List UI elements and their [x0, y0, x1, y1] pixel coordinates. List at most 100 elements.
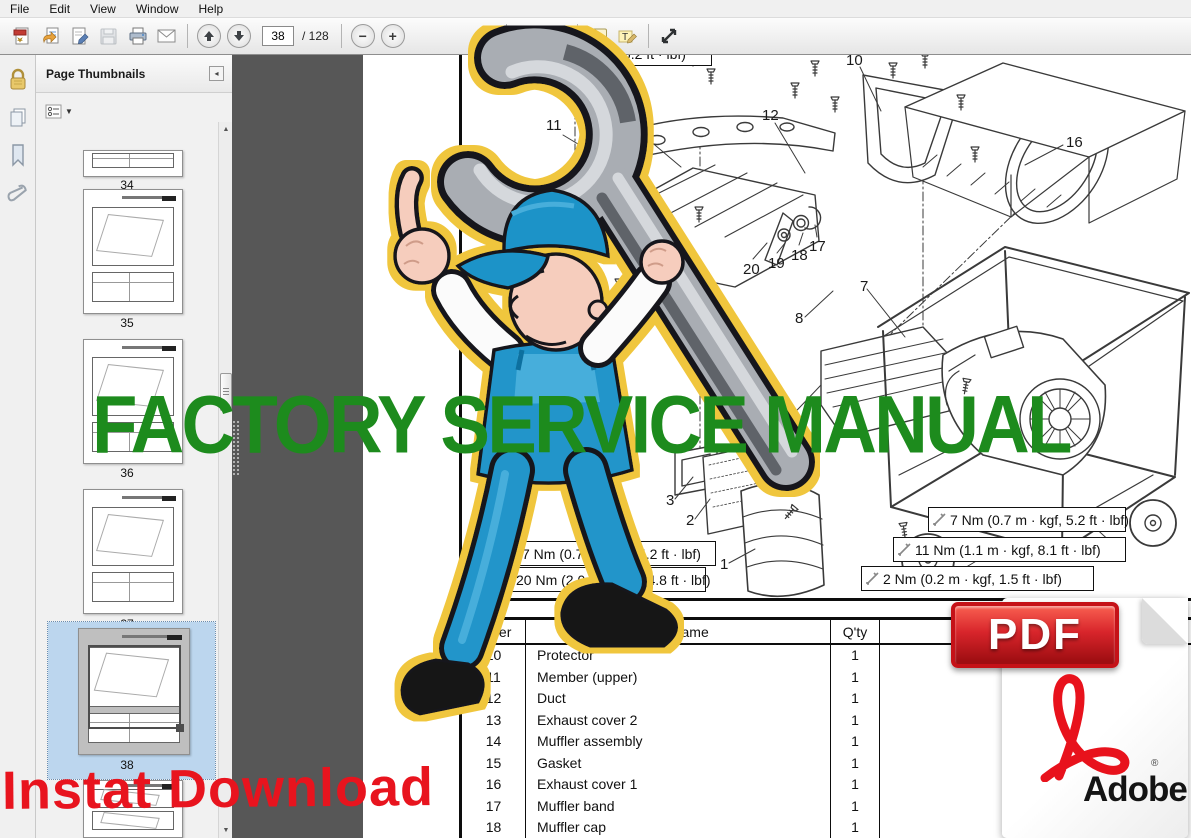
- callout-number: 8: [795, 310, 803, 327]
- email-button[interactable]: [153, 22, 180, 50]
- thumbnail-list: 34 35 36 37 38: [36, 122, 218, 838]
- edit-icon: [70, 26, 90, 46]
- menu-edit[interactable]: Edit: [39, 1, 80, 17]
- plus-icon: +: [389, 28, 397, 44]
- callout-number: 16: [1066, 134, 1083, 151]
- fullscreen-icon: [659, 26, 679, 46]
- toolbar: / 128 − + T: [0, 18, 1191, 55]
- print-icon: [128, 26, 148, 46]
- thumbnail-page-35[interactable]: [83, 189, 183, 314]
- create-pdf-button[interactable]: [8, 22, 35, 50]
- adobe-wordmark: Adobe: [1083, 770, 1187, 810]
- security-lock-button[interactable]: [0, 61, 36, 99]
- thumbnail-page-39[interactable]: [83, 780, 183, 838]
- page-number-input[interactable]: [262, 26, 294, 46]
- registered-mark: ®: [1151, 758, 1158, 769]
- scrollbar-thumb[interactable]: [220, 373, 232, 411]
- wrench-icon: [932, 512, 947, 527]
- callout-number: 20: [743, 261, 760, 278]
- torque-callout-left-2: 20 Nm (2.0 m · kgf, 14.8 ft · lbf): [494, 567, 706, 592]
- fit-width-button[interactable]: [514, 22, 541, 50]
- panel-collapse-button[interactable]: ◂: [209, 66, 224, 81]
- torque-callout-right-3: 2 Nm (0.2 m · kgf, 1.5 ft · lbf): [861, 566, 1094, 591]
- document-canvas-background: [232, 55, 363, 838]
- wrench-icon: [897, 542, 912, 557]
- pdf-badge: PDF: [951, 602, 1119, 668]
- callout-number: 2: [686, 512, 694, 529]
- page-thumbnails-panel: Page Thumbnails ◂ ▼ 34 35 36: [36, 55, 232, 838]
- callout-number: 13: [625, 117, 642, 134]
- torque-callout-right-1: 7 Nm (0.7 m · kgf, 5.2 ft · lbf): [928, 507, 1126, 532]
- panel-title: Page Thumbnails: [36, 67, 209, 81]
- attachments-tab[interactable]: [0, 175, 36, 213]
- svg-text:T: T: [622, 32, 628, 43]
- callout-number: 7: [860, 278, 868, 295]
- acrobat-window: { "menu_bar": { "items": ["File", "Edit"…: [0, 0, 1191, 838]
- callout-number: 18: [791, 247, 808, 264]
- callout-number: 10: [846, 55, 863, 69]
- menu-file[interactable]: File: [0, 1, 39, 17]
- lock-icon: [7, 68, 29, 92]
- bookmark-icon: [8, 143, 28, 169]
- options-icon: [45, 104, 62, 119]
- menu-help[interactable]: Help: [189, 1, 234, 17]
- scroll-up-arrow[interactable]: ▲: [219, 122, 233, 137]
- callout-number: 17: [809, 238, 826, 255]
- torque-callout-top: 7 Nm (0.7 m · kgf, 5.2 ft · lbf): [485, 55, 712, 66]
- menu-bar: File Edit View Window Help: [0, 0, 1191, 18]
- zoom-out-button[interactable]: −: [351, 24, 375, 48]
- paperclip-icon: [7, 181, 29, 207]
- export-file-icon: [41, 26, 61, 46]
- page-fold-corner: [1142, 598, 1188, 644]
- pdf-file-logo: PDF ® Adobe: [945, 590, 1191, 838]
- export-file-button[interactable]: [37, 22, 64, 50]
- thumbnail-options-button[interactable]: ▼: [45, 101, 79, 121]
- thumbnail-page-38[interactable]: [78, 628, 190, 755]
- previous-page-button[interactable]: [197, 24, 221, 48]
- speech-bubble-icon: [588, 27, 609, 46]
- arrow-up-icon: [203, 30, 215, 42]
- page-view-indicator[interactable]: [88, 645, 181, 729]
- wrench-icon: [498, 572, 513, 587]
- thumbnail-page-34[interactable]: [83, 150, 183, 177]
- panel-header: Page Thumbnails ◂: [36, 55, 232, 93]
- highlight-text-button[interactable]: T: [614, 22, 641, 50]
- callout-number: 1: [720, 556, 728, 573]
- save-button[interactable]: [95, 22, 122, 50]
- thumbnail-page-36[interactable]: [83, 339, 183, 464]
- page-count-label: / 128: [302, 29, 329, 43]
- fit-width-icon: [517, 26, 537, 46]
- panel-splitter[interactable]: [232, 420, 240, 476]
- torque-callout-right-2: 11 Nm (1.1 m · kgf, 8.1 ft · lbf): [893, 537, 1126, 562]
- create-pdf-icon: [12, 26, 32, 46]
- thumbnail-label: 35: [36, 316, 218, 330]
- fullscreen-button[interactable]: [656, 22, 683, 50]
- wrench-icon: [504, 546, 519, 561]
- page-thumbnails-tab[interactable]: [0, 99, 36, 137]
- minus-icon: −: [359, 28, 367, 44]
- menu-view[interactable]: View: [80, 1, 126, 17]
- thumbnail-page-37[interactable]: [83, 489, 183, 614]
- bookmarks-tab[interactable]: [0, 137, 36, 175]
- print-button[interactable]: [124, 22, 151, 50]
- wrench-icon: [489, 55, 504, 61]
- edit-document-button[interactable]: [66, 22, 93, 50]
- thumbnail-scrollbar[interactable]: ▲ ▼: [218, 122, 232, 838]
- callout-number: 11: [546, 117, 562, 134]
- callout-number: 9: [770, 422, 778, 439]
- comment-button[interactable]: [585, 22, 612, 50]
- adobe-logo-icon: [1037, 672, 1147, 782]
- arrow-down-icon: [233, 30, 245, 42]
- callout-number: 12: [762, 107, 779, 124]
- pages-icon: [7, 106, 29, 130]
- scroll-down-arrow[interactable]: ▼: [219, 823, 233, 838]
- wrench-icon: [865, 571, 880, 586]
- next-page-button[interactable]: [227, 24, 251, 48]
- zoom-in-button[interactable]: +: [381, 24, 405, 48]
- menu-window[interactable]: Window: [126, 1, 189, 17]
- figure-border: [459, 55, 462, 598]
- torque-callout-left-1: 7 Nm (0.7 m · kgf, 5.2 ft · lbf): [500, 541, 716, 566]
- fit-page-button[interactable]: [543, 22, 570, 50]
- callout-number: 3: [666, 492, 674, 509]
- thumbnail-label: 36: [36, 466, 218, 480]
